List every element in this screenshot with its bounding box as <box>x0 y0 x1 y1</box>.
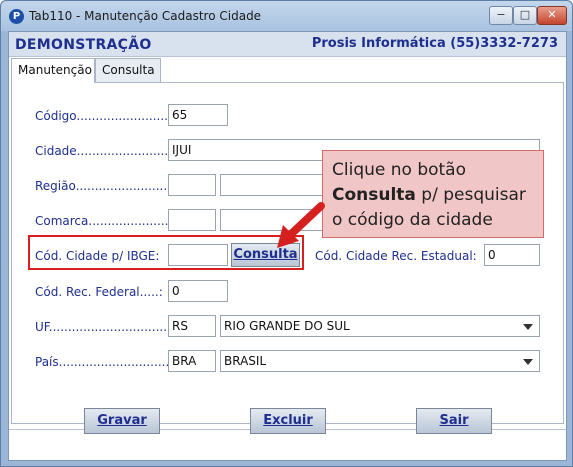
sair-button[interactable]: Sair <box>416 408 492 434</box>
rec-estadual-input[interactable]: 0 <box>484 244 540 266</box>
callout-line-2: Consulta p/ pesquisar <box>332 183 534 208</box>
chevron-down-icon[interactable] <box>523 324 533 330</box>
help-callout: Clique no botão Consulta p/ pesquisar o … <box>322 150 544 238</box>
ibge-label: Cód. Cidade p/ IBGE: <box>35 249 160 263</box>
callout-arrow-icon <box>277 202 325 248</box>
uf-label: UF..................................: <box>35 320 183 334</box>
uf-select[interactable]: RIO GRANDE DO SUL <box>220 315 540 337</box>
callout-bold-word: Consulta <box>332 185 416 205</box>
pais-select[interactable]: BRASIL <box>220 350 540 372</box>
regiao-code-input[interactable] <box>168 174 216 196</box>
maximize-button[interactable]: □ <box>513 6 537 25</box>
cidade-label: Cidade...........................: <box>35 144 184 158</box>
comarca-code-input[interactable] <box>168 209 216 231</box>
uf-selected-value: RIO GRANDE DO SUL <box>224 319 350 333</box>
codigo-label: Código.........................: <box>35 109 176 123</box>
close-button[interactable]: ✕ <box>537 6 567 25</box>
window-title: Tab110 - Manutenção Cadastro Cidade <box>29 9 262 23</box>
pais-code-input[interactable]: BRA <box>168 350 216 372</box>
codigo-input[interactable]: 65 <box>168 104 228 126</box>
callout-line-2-rest: p/ pesquisar <box>415 185 526 205</box>
ibge-input[interactable] <box>168 244 228 266</box>
pais-selected-value: BRASIL <box>224 354 267 368</box>
callout-line-3: o código da cidade <box>332 210 493 230</box>
uf-code-input[interactable]: RS <box>168 315 216 337</box>
rec-federal-label: Cód. Rec. Federal.....: <box>35 285 163 299</box>
pais-label: País...............................: <box>35 355 181 369</box>
app-logo-icon: P <box>9 9 24 24</box>
rec-federal-input[interactable]: 0 <box>168 280 228 302</box>
regiao-desc-input[interactable] <box>220 174 324 196</box>
company-contact: Prosis Informática (55)3332-7273 <box>311 36 558 51</box>
minimize-button[interactable]: − <box>489 6 513 25</box>
demo-label: DEMONSTRAÇÃO <box>15 37 152 53</box>
header-band: DEMONSTRAÇÃO Prosis Informática (55)3332… <box>9 32 566 57</box>
callout-line-1: Clique no botão <box>332 160 466 180</box>
excluir-button[interactable]: Excluir <box>250 408 326 434</box>
gravar-button[interactable]: Gravar <box>84 408 160 434</box>
regiao-label: Região...........................: <box>35 179 183 193</box>
rec-estadual-label: Cód. Cidade Rec. Estadual: <box>315 249 477 263</box>
tab-consulta[interactable]: Consulta <box>95 58 161 82</box>
chevron-down-icon[interactable] <box>523 359 533 365</box>
tab-manutencao[interactable]: Manutenção <box>11 58 95 83</box>
title-bar[interactable]: P Tab110 - Manutenção Cadastro Cidade − … <box>1 1 572 31</box>
comarca-label: Comarca.......................: <box>35 214 181 228</box>
